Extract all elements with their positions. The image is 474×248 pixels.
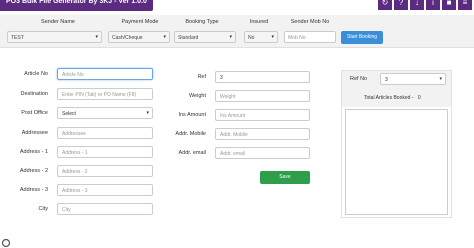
address1-label: Address - 1 xyxy=(19,149,48,155)
sender-mob-input[interactable]: Mob No xyxy=(284,31,336,43)
booking-summary-panel: Ref No 3 ▾ Total Articles Booked - 0 xyxy=(341,70,452,218)
article-no-input[interactable]: Article No xyxy=(57,68,153,80)
booking-type-label: Booking Type xyxy=(185,19,219,25)
post-office-label: Post Office xyxy=(21,110,48,116)
address3-label: Address - 3 xyxy=(19,187,48,193)
total-articles-label: Total Articles Booked - xyxy=(364,95,414,101)
destination-input[interactable]: Enter PIN (Tab) or PO Name (F8) xyxy=(57,88,153,100)
sender-name-value: TEST xyxy=(11,35,24,41)
chevron-down-icon: ▾ xyxy=(163,34,166,40)
addr-mobile-label: Addr. Mobile xyxy=(175,131,206,137)
insured-select[interactable]: No ▾ xyxy=(244,31,278,43)
menu-icon[interactable]: ≡ xyxy=(458,0,472,10)
post-office-value: Select xyxy=(62,111,76,117)
start-booking-button[interactable]: Start Booking xyxy=(341,31,383,44)
address1-input[interactable]: Address - 1 xyxy=(57,146,153,158)
city-input[interactable]: City xyxy=(57,203,153,215)
save-button[interactable]: Save xyxy=(260,171,310,184)
chevron-down-icon: ▾ xyxy=(271,34,274,40)
chevron-down-icon: ▾ xyxy=(146,110,149,116)
ref-label: Ref xyxy=(197,74,206,80)
total-articles-count: 0 xyxy=(417,95,421,101)
addressee-input[interactable]: Addressee xyxy=(57,127,153,139)
ref-input[interactable]: 3 xyxy=(215,71,310,83)
addr-mobile-input[interactable]: Addr. Mobile xyxy=(215,128,310,140)
payment-mode-value: Cash/Cheque xyxy=(112,35,143,41)
app-title: PO3 Bulk File Generator By 3KJ - Ver 1.0… xyxy=(0,0,153,11)
booking-type-value: Standard xyxy=(178,35,199,41)
sender-mob-label: Sender Mob No xyxy=(290,19,330,25)
insured-value: No xyxy=(248,35,255,41)
sender-name-label: Sender Name xyxy=(41,19,75,25)
weight-label: Weight xyxy=(188,93,206,99)
chevron-down-icon: ▾ xyxy=(95,34,98,40)
chevron-down-icon: ▾ xyxy=(439,76,442,82)
booking-type-select[interactable]: Standard ▾ xyxy=(174,31,236,43)
weight-input[interactable]: Weight xyxy=(215,90,310,102)
addr-email-label: Addr. email xyxy=(178,150,206,156)
address2-input[interactable]: Address - 2 xyxy=(57,165,153,177)
booked-articles-list[interactable] xyxy=(345,109,448,215)
ref-no-label: Ref No xyxy=(350,76,368,82)
info-icon[interactable]: i xyxy=(426,0,440,10)
title-bar: PO3 Bulk File Generator By 3KJ - Ver 1.0… xyxy=(0,0,474,15)
download-icon[interactable]: ↓ xyxy=(410,0,424,10)
sender-name-select[interactable]: TEST ▾ xyxy=(7,31,102,43)
addressee-label: Addressee xyxy=(21,130,48,136)
ins-amount-input[interactable]: Ins Amount xyxy=(215,109,310,121)
stop-icon[interactable]: ■ xyxy=(442,0,456,10)
ref-no-value: 3 xyxy=(385,77,388,83)
ins-amount-label: Ins Amount xyxy=(178,112,206,118)
booking-header: Sender Name Payment Mode Booking Type In… xyxy=(0,15,474,48)
article-no-label: Article No xyxy=(24,71,48,77)
chevron-down-icon: ▾ xyxy=(229,34,232,40)
address3-input[interactable]: Address - 3 xyxy=(57,184,153,196)
city-label: City xyxy=(38,206,48,212)
panel-header: Ref No 3 ▾ Total Articles Booked - 0 xyxy=(342,71,451,107)
insured-label: Insured xyxy=(249,19,269,25)
search-icon[interactable] xyxy=(1,238,11,248)
post-office-select[interactable]: Select ▾ xyxy=(57,107,153,119)
refresh-icon[interactable]: ↻ xyxy=(378,0,392,10)
ref-no-select[interactable]: 3 ▾ xyxy=(380,73,446,85)
destination-label: Destination xyxy=(20,91,48,97)
payment-mode-label: Payment Mode xyxy=(121,19,159,25)
help-icon[interactable]: ? xyxy=(394,0,408,10)
total-articles-text: Total Articles Booked - 0 xyxy=(364,95,421,101)
payment-mode-select[interactable]: Cash/Cheque ▾ xyxy=(108,31,170,43)
address2-label: Address - 2 xyxy=(19,168,48,174)
addr-email-input[interactable]: Addr. email xyxy=(215,147,310,159)
